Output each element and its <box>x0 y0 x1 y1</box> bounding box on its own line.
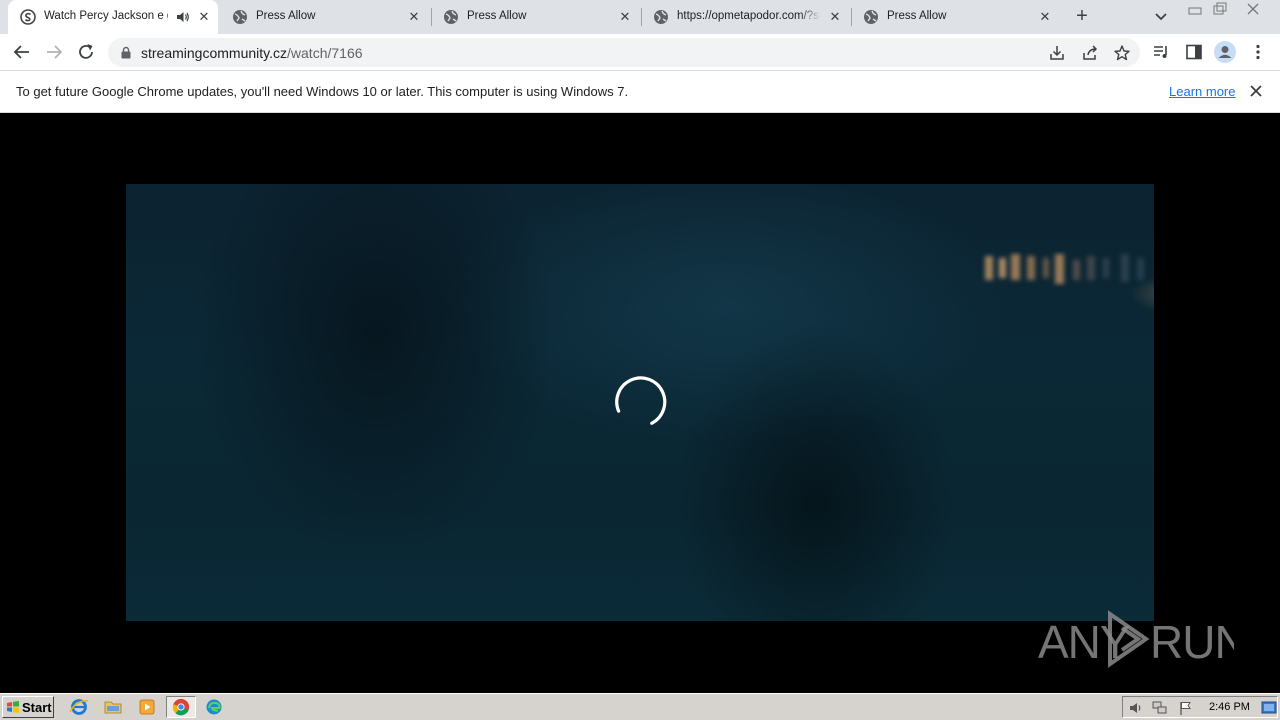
tab-watch-percy-jackson[interactable]: Watch Percy Jackson e gli ✕ <box>8 0 218 34</box>
internet-explorer-icon[interactable] <box>68 697 90 717</box>
media-player-icon[interactable] <box>136 697 158 717</box>
edge-icon[interactable] <box>203 697 225 717</box>
folder-icon[interactable] <box>102 697 124 717</box>
browser-toolbar: streamingcommunity.cz/watch/7166 <box>0 34 1280 71</box>
minimize-window-icon[interactable] <box>1184 1 1206 17</box>
restore-window-icon[interactable] <box>1209 1 1231 17</box>
new-tab-plus-icon[interactable]: + <box>1072 6 1092 27</box>
tab-press-allow-1[interactable]: Press Allow ✕ <box>220 0 430 34</box>
forward-arrow-icon[interactable] <box>43 41 65 63</box>
start-label: Start <box>22 700 52 715</box>
start-button[interactable]: Start <box>2 696 54 718</box>
globe-icon <box>233 10 247 24</box>
learn-more-link[interactable]: Learn more <box>1169 84 1235 99</box>
loading-spinner-icon <box>615 376 667 425</box>
svg-text:RUN: RUN <box>1150 616 1234 668</box>
volume-icon[interactable] <box>1128 700 1144 716</box>
address-bar[interactable]: streamingcommunity.cz/watch/7166 <box>108 38 1140 67</box>
globe-icon <box>864 10 878 24</box>
infobar-message: To get future Google Chrome updates, you… <box>16 84 629 99</box>
anyrun-watermark-logo: ANY RUN <box>1038 610 1234 668</box>
streamingcommunity-favicon-icon <box>20 9 36 25</box>
tab-title: Press Allow <box>256 10 316 22</box>
show-desktop-icon[interactable] <box>1261 700 1277 716</box>
chrome-icon <box>172 698 190 716</box>
more-menu-icon[interactable] <box>1248 42 1268 62</box>
tab-close-icon[interactable]: ✕ <box>1037 9 1053 25</box>
globe-icon <box>444 10 458 24</box>
windows-logo-icon <box>7 701 19 713</box>
system-tray: 2:46 PM <box>1122 696 1278 718</box>
reload-icon[interactable] <box>75 41 97 63</box>
profile-avatar-icon[interactable] <box>1214 41 1236 63</box>
bookmark-star-icon[interactable] <box>1113 44 1131 62</box>
back-arrow-icon[interactable] <box>11 41 33 63</box>
url-path: /watch/7166 <box>287 45 363 61</box>
tab-opmetapodor[interactable]: https://opmetapodor.com/?s= ✕ <box>641 0 851 34</box>
tab-title: Watch Percy Jackson e gli <box>44 10 168 22</box>
tab-close-icon[interactable]: ✕ <box>196 9 212 25</box>
tab-title: Press Allow <box>887 10 947 22</box>
page-content: ANY RUN <box>0 113 1280 693</box>
windows-taskbar: Start 2:46 PM <box>0 693 1280 720</box>
tab-press-allow-3[interactable]: Press Allow ✕ <box>851 0 1061 34</box>
url-domain: streamingcommunity.cz <box>141 45 288 61</box>
tab-title: Press Allow <box>467 10 527 22</box>
action-center-flag-icon[interactable] <box>1178 700 1194 716</box>
update-infobar: To get future Google Chrome updates, you… <box>0 71 1280 113</box>
video-player[interactable] <box>126 184 1154 621</box>
chrome-taskbar-button[interactable] <box>166 696 196 718</box>
infobar-close-icon[interactable] <box>1248 83 1264 99</box>
tab-title: https://opmetapodor.com/?s= <box>677 10 821 22</box>
tab-search-chevron-down-icon[interactable] <box>1152 8 1170 26</box>
taskbar-clock[interactable]: 2:46 PM <box>1209 701 1250 713</box>
tab-strip: Watch Percy Jackson e gli ✕ Press Allow … <box>0 0 1280 34</box>
lock-icon[interactable] <box>120 46 132 59</box>
video-frame-background-lights <box>985 254 1144 284</box>
close-window-icon[interactable] <box>1238 1 1268 17</box>
globe-icon <box>654 10 668 24</box>
media-control-icon[interactable] <box>1151 42 1171 62</box>
install-app-download-icon[interactable] <box>1048 44 1066 62</box>
side-panel-icon[interactable] <box>1184 42 1204 62</box>
audio-playing-icon[interactable] <box>176 10 190 24</box>
tab-press-allow-2[interactable]: Press Allow ✕ <box>431 0 641 34</box>
tab-close-icon[interactable]: ✕ <box>617 9 633 25</box>
share-icon[interactable] <box>1081 44 1099 62</box>
tab-close-icon[interactable]: ✕ <box>827 9 843 25</box>
tab-close-icon[interactable]: ✕ <box>406 9 422 25</box>
url-text[interactable]: streamingcommunity.cz/watch/7166 <box>141 45 363 61</box>
network-icon[interactable] <box>1151 700 1169 716</box>
